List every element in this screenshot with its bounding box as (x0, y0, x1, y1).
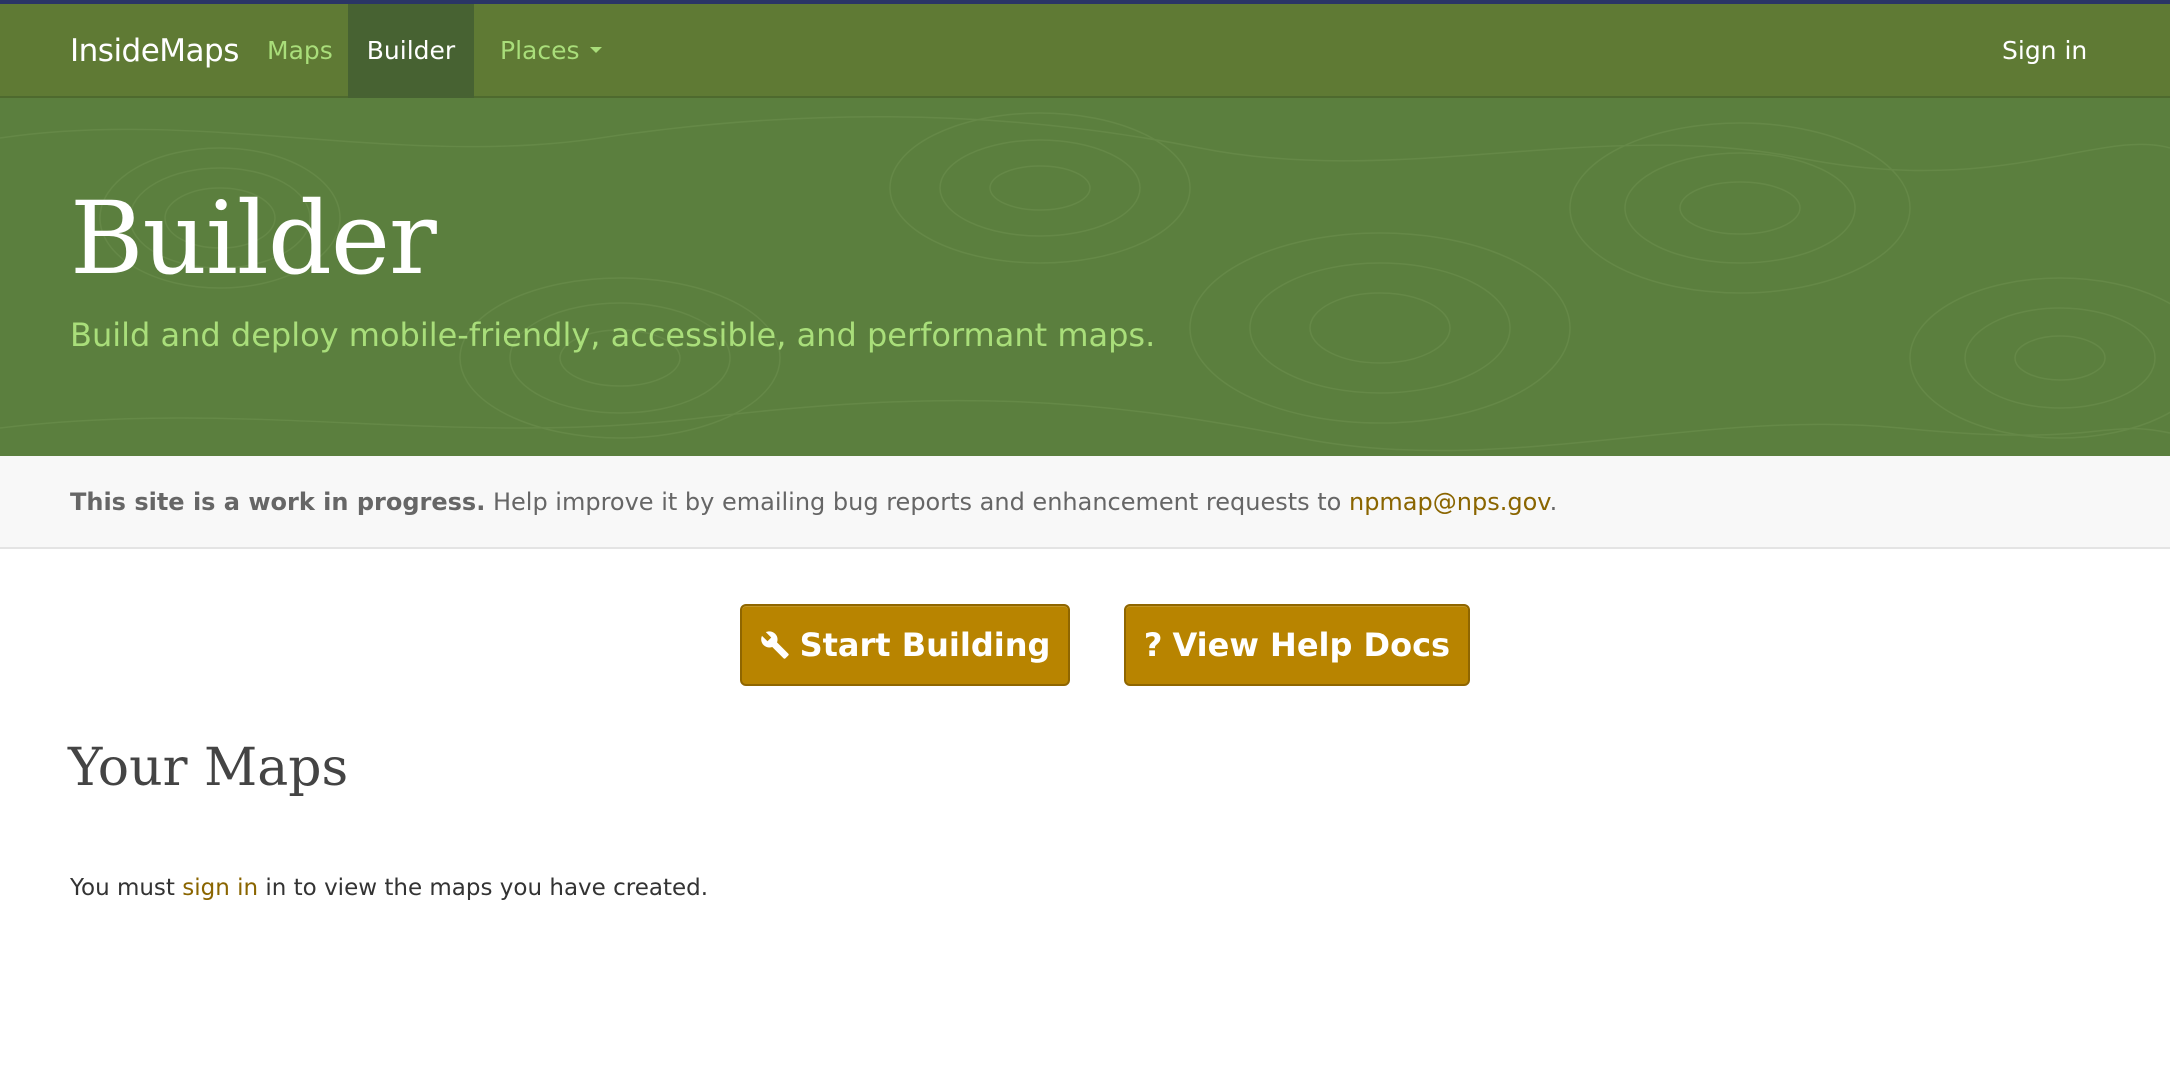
nav-item-places[interactable]: Places (500, 4, 602, 98)
wrench-icon (760, 630, 790, 660)
notice-body-text: Help improve it by emailing bug reports … (485, 488, 1349, 516)
view-help-docs-label: View Help Docs (1172, 626, 1451, 664)
support-email-link[interactable]: npmap@nps.gov (1349, 488, 1550, 516)
notice-end: . (1549, 488, 1558, 516)
sign-in-message-prefix: You must (70, 875, 183, 901)
notice-text: This site is a work in progress. Help im… (70, 456, 1557, 549)
sign-in-link[interactable]: Sign in (2002, 4, 2087, 98)
page-subtitle: Build and deploy mobile-friendly, access… (70, 316, 1156, 354)
your-maps-heading: Your Maps (68, 738, 349, 798)
nav-item-maps[interactable]: Maps (267, 4, 333, 98)
navbar: InsideMaps Maps Builder Places Sign in (0, 4, 2170, 98)
notice-bar: This site is a work in progress. Help im… (0, 456, 2170, 549)
sign-in-inline-link[interactable]: sign in (182, 875, 258, 901)
nav-item-places-label: Places (500, 36, 580, 65)
page-title: Builder (70, 180, 437, 297)
nav-item-builder[interactable]: Builder (348, 4, 474, 98)
start-building-button[interactable]: Start Building (740, 604, 1070, 686)
sign-in-message: You must sign in in to view the maps you… (70, 875, 708, 901)
brand-logo[interactable]: InsideMaps (70, 4, 239, 98)
question-mark-icon: ? (1143, 626, 1163, 664)
view-help-docs-button[interactable]: ? View Help Docs (1124, 604, 1470, 686)
caret-down-icon (589, 47, 602, 53)
sign-in-message-suffix: in to view the maps you have created. (258, 875, 709, 901)
start-building-label: Start Building (799, 626, 1051, 664)
notice-strong-text: This site is a work in progress. (70, 488, 486, 516)
hero-banner: Builder Build and deploy mobile-friendly… (0, 98, 2170, 456)
